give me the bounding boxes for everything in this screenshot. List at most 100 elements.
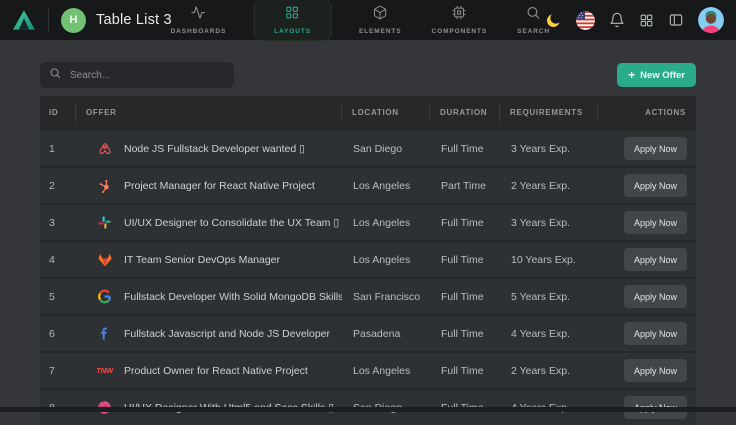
cell-id: 2 xyxy=(40,180,76,192)
cell-id: 3 xyxy=(40,217,76,229)
cell-id: 6 xyxy=(40,328,76,340)
apply-now-button[interactable]: Apply Now xyxy=(624,285,687,308)
cell-location: Pasadena xyxy=(342,328,430,340)
us-flag-icon[interactable] xyxy=(576,11,595,30)
nav-item-label: ELEMENTS xyxy=(359,28,402,35)
cell-actions: Apply Now xyxy=(598,137,696,160)
topbar-actions xyxy=(545,7,724,33)
cell-duration: Full Time xyxy=(430,254,500,266)
nav-item-elements[interactable]: ELEMENTS xyxy=(356,0,405,41)
bell-icon[interactable] xyxy=(609,12,625,28)
column-header-actions: ACTIONS xyxy=(598,104,696,122)
cell-offer: UI/UX Designer to Consolidate the UX Tea… xyxy=(76,214,342,231)
cell-id: 5 xyxy=(40,291,76,303)
search-input[interactable] xyxy=(68,69,225,82)
cell-duration: Full Time xyxy=(430,328,500,340)
cell-duration: Full Time xyxy=(430,217,500,229)
offer-title: Project Manager for React Native Project xyxy=(124,180,315,192)
column-header-duration: DURATION xyxy=(430,104,500,122)
tnw-icon: TNW xyxy=(96,362,113,379)
cell-duration: Full Time xyxy=(430,291,500,303)
cell-actions: Apply Now xyxy=(598,174,696,197)
table-row: 5 Fullstack Developer With Solid MongoDB… xyxy=(40,279,696,314)
cell-requirements: 3 Years Exp. xyxy=(500,143,598,155)
table-row: 3 UI/UX Designer to Consolidate the UX T… xyxy=(40,205,696,240)
offers-table: ID OFFER LOCATION DURATION REQUIREMENTS … xyxy=(40,96,696,425)
tnw-logo-text: TNW xyxy=(96,366,112,375)
nav-item-label: SEARCH xyxy=(517,28,550,35)
plus-icon: + xyxy=(628,69,635,81)
nav-item-label: LAYOUTS xyxy=(274,28,311,35)
cell-duration: Full Time xyxy=(430,143,500,155)
cell-id: 7 xyxy=(40,365,76,377)
offer-title: Product Owner for React Native Project xyxy=(124,365,308,377)
activity-icon xyxy=(191,5,206,25)
cell-offer: TNW Product Owner for React Native Proje… xyxy=(76,362,342,379)
cpu-icon xyxy=(452,5,467,25)
table-row: 6 Fullstack Javascript and Node JS Devel… xyxy=(40,316,696,351)
cell-actions: Apply Now xyxy=(598,248,696,271)
table-row: 7 TNW Product Owner for React Native Pro… xyxy=(40,353,696,388)
avatar: H xyxy=(61,8,86,33)
cell-location: Los Angeles xyxy=(342,217,430,229)
airbnb-icon xyxy=(96,140,113,157)
offer-title: IT Team Senior DevOps Manager xyxy=(124,254,280,266)
divider xyxy=(48,9,49,31)
nav-item-label: DASHBOARDS xyxy=(171,28,227,35)
cell-actions: Apply Now xyxy=(598,359,696,382)
hubspot-icon xyxy=(96,177,113,194)
apply-now-button[interactable]: Apply Now xyxy=(624,211,687,234)
avatar[interactable] xyxy=(698,7,724,33)
search-icon xyxy=(49,66,61,84)
nav-item-dashboards[interactable]: DASHBOARDS xyxy=(168,0,230,41)
new-offer-button[interactable]: + New Offer xyxy=(617,63,696,87)
apply-now-button[interactable]: Apply Now xyxy=(624,248,687,271)
cell-offer: Node JS Fullstack Developer wanted ▯ xyxy=(76,140,342,157)
cell-location: San Diego xyxy=(342,143,430,155)
cell-offer: Fullstack Javascript and Node JS Develop… xyxy=(76,325,342,342)
apply-now-button[interactable]: Apply Now xyxy=(624,322,687,345)
column-header-id: ID xyxy=(40,104,76,122)
cell-location: Los Angeles xyxy=(342,254,430,266)
nav-item-layouts[interactable]: LAYOUTS xyxy=(253,0,332,41)
table-row: 4 IT Team Senior DevOps Manager Los Ange… xyxy=(40,242,696,277)
app-logo-icon[interactable] xyxy=(10,7,38,33)
offer-title: Fullstack Developer With Solid MongoDB S… xyxy=(124,291,342,303)
nav-item-components[interactable]: COMPONENTS xyxy=(429,0,491,41)
cell-offer: Fullstack Developer With Solid MongoDB S… xyxy=(76,288,342,305)
cell-id: 1 xyxy=(40,143,76,155)
main-nav: DASHBOARDS LAYOUTS ELEMENTS COMPONENTS S… xyxy=(168,0,553,41)
offer-title: Node JS Fullstack Developer wanted ▯ xyxy=(124,143,305,155)
box-icon xyxy=(373,5,388,25)
cell-duration: Part Time xyxy=(430,180,500,192)
nav-item-search[interactable]: SEARCH xyxy=(514,0,553,41)
cell-requirements: 2 Years Exp. xyxy=(500,365,598,377)
table-row: 1 Node JS Fullstack Developer wanted ▯ S… xyxy=(40,131,696,166)
toolbar: + New Offer xyxy=(40,62,696,88)
table-header-row: ID OFFER LOCATION DURATION REQUIREMENTS … xyxy=(40,96,696,129)
main-content: + New Offer ID OFFER LOCATION DURATION R… xyxy=(0,40,736,425)
apply-now-button[interactable]: Apply Now xyxy=(624,174,687,197)
new-offer-label: New Offer xyxy=(640,70,685,81)
google-icon xyxy=(96,288,113,305)
cell-offer: IT Team Senior DevOps Manager xyxy=(76,251,342,268)
apps-icon[interactable] xyxy=(639,13,654,28)
nav-item-label: COMPONENTS xyxy=(432,28,488,35)
facebook-icon xyxy=(96,325,113,342)
cell-location: Los Angeles xyxy=(342,180,430,192)
page-title: Table List 3 xyxy=(96,12,172,28)
bottom-edge xyxy=(0,407,736,412)
search-icon xyxy=(526,5,541,25)
offer-title: UI/UX Designer to Consolidate the UX Tea… xyxy=(124,217,339,229)
cell-requirements: 5 Years Exp. xyxy=(500,291,598,303)
cell-offer: Project Manager for React Native Project xyxy=(76,177,342,194)
slack-icon xyxy=(96,214,113,231)
cell-location: San Francisco xyxy=(342,291,430,303)
cell-location: Los Angeles xyxy=(342,365,430,377)
apply-now-button[interactable]: Apply Now xyxy=(624,137,687,160)
brand-letter: H xyxy=(70,14,78,26)
cell-requirements: 2 Years Exp. xyxy=(500,180,598,192)
top-navbar: H Table List 3 DASHBOARDS LAYOUTS ELEMEN… xyxy=(0,0,736,40)
apply-now-button[interactable]: Apply Now xyxy=(624,359,687,382)
sidebar-toggle-icon[interactable] xyxy=(668,12,684,28)
